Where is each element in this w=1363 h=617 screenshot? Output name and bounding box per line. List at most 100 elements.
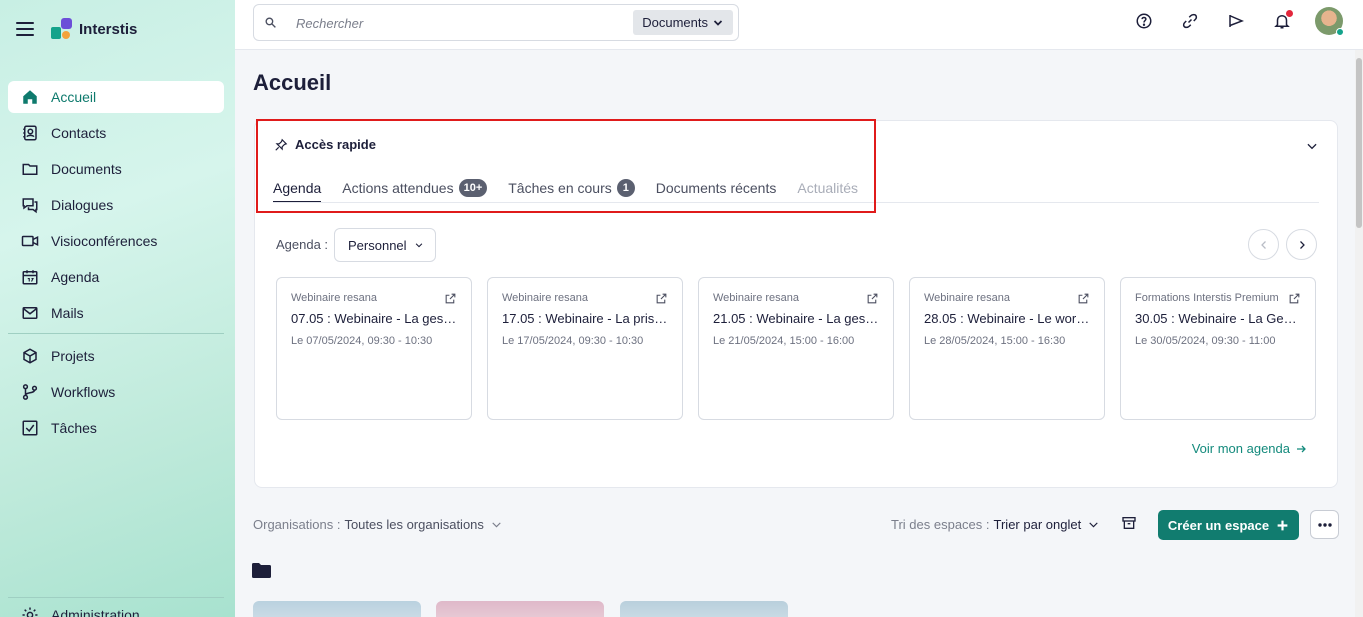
event-title: 21.05 : Webinaire - La gestion — [713, 311, 879, 326]
scrollbar-thumb[interactable] — [1356, 58, 1362, 228]
sidebar-item-label: Administration — [51, 607, 140, 617]
event-datetime: Le 21/05/2024, 15:00 - 16:00 — [713, 335, 855, 347]
previous-button[interactable] — [1248, 229, 1279, 260]
sidebar-item-mails[interactable]: Mails — [8, 297, 224, 329]
event-datetime: Le 17/05/2024, 09:30 - 10:30 — [502, 335, 644, 347]
sidebar-item-label: Documents — [51, 161, 122, 177]
sidebar-divider — [8, 333, 224, 334]
home-icon — [21, 88, 39, 106]
sidebar-item-dialogues[interactable]: Dialogues — [8, 189, 224, 221]
event-card[interactable]: Webinaire resana 17.05 : Webinaire - La … — [487, 277, 683, 420]
sidebar-item-visioconferences[interactable]: Visioconférences — [8, 225, 224, 257]
checkbox-icon — [21, 419, 39, 437]
agenda-events: Webinaire resana 07.05 : Webinaire - La … — [276, 277, 1316, 420]
event-category: Webinaire resana — [291, 292, 378, 304]
chevron-down-icon[interactable] — [490, 518, 503, 531]
sidebar-nav: Accueil Contacts Documents Dialogues Vis… — [8, 81, 224, 448]
search-icon — [265, 17, 276, 28]
brand: Interstis — [16, 18, 137, 40]
announcements-button[interactable] — [1225, 10, 1247, 32]
sidebar-item-workflows[interactable]: Workflows — [8, 376, 224, 408]
mail-icon — [21, 304, 39, 322]
sort-label: Tri des espaces : — [891, 517, 990, 532]
plus-icon — [1277, 520, 1288, 530]
agenda-select[interactable]: Personnel — [334, 228, 436, 262]
space-card[interactable] — [253, 601, 421, 617]
external-link-icon[interactable] — [655, 292, 668, 305]
sort-dropdown[interactable]: Trier par onglet — [994, 517, 1082, 532]
workflow-icon — [21, 383, 39, 401]
external-link-icon[interactable] — [1288, 292, 1301, 305]
external-link-icon[interactable] — [866, 292, 879, 305]
space-card[interactable] — [620, 601, 788, 617]
organisations-filter: Organisations : Toutes les organisations — [253, 517, 503, 532]
next-button[interactable] — [1286, 229, 1317, 260]
top-actions — [1109, 7, 1344, 36]
event-category: Webinaire resana — [713, 292, 800, 304]
event-card[interactable]: Webinaire resana 28.05 : Webinaire - Le … — [909, 277, 1105, 420]
sort-spaces-filter: Tri des espaces : Trier par onglet — [891, 517, 1100, 532]
space-card[interactable] — [436, 601, 604, 617]
sidebar-divider — [8, 597, 224, 598]
search-bar: Documents — [253, 4, 739, 41]
chat-icon — [21, 196, 39, 214]
chevron-down-icon[interactable] — [1305, 139, 1319, 153]
event-card[interactable]: Webinaire resana 21.05 : Webinaire - La … — [698, 277, 894, 420]
help-button[interactable] — [1133, 10, 1155, 32]
event-datetime: Le 30/05/2024, 09:30 - 11:00 — [1135, 335, 1276, 347]
arrow-right-icon — [1297, 445, 1306, 452]
event-category: Formations Interstis Premium — [1135, 292, 1279, 304]
external-link-icon[interactable] — [1077, 292, 1090, 305]
link-button[interactable] — [1179, 10, 1201, 32]
event-card[interactable]: Formations Interstis Premium 30.05 : Web… — [1120, 277, 1316, 420]
page-scrollbar[interactable] — [1355, 50, 1363, 617]
create-space-label: Créer un espace — [1167, 517, 1270, 533]
sidebar-item-taches[interactable]: Tâches — [8, 412, 224, 444]
see-agenda-label: Voir mon agenda — [1191, 441, 1290, 456]
sidebar-item-label: Workflows — [51, 384, 116, 400]
event-title: 17.05 : Webinaire - La prise en main — [502, 311, 668, 326]
sidebar-item-administration[interactable]: Administration — [21, 606, 140, 617]
chevron-left-icon — [1260, 240, 1266, 249]
menu-icon[interactable] — [16, 22, 34, 36]
create-space-button[interactable]: Créer un espace — [1158, 510, 1299, 540]
sidebar-item-label: Dialogues — [51, 197, 114, 213]
external-link-icon[interactable] — [444, 292, 457, 305]
sidebar-item-contacts[interactable]: Contacts — [8, 117, 224, 149]
notifications-button[interactable] — [1271, 10, 1293, 32]
brand-name: Interstis — [79, 20, 138, 38]
event-card[interactable]: Webinaire resana 07.05 : Webinaire - La … — [276, 277, 472, 420]
see-agenda-link[interactable]: Voir mon agenda — [1192, 441, 1307, 456]
sidebar-item-documents[interactable]: Documents — [8, 153, 224, 185]
event-title: 07.05 : Webinaire - La gestion — [291, 311, 457, 326]
event-title: 28.05 : Webinaire - Le workflow — [924, 311, 1090, 326]
search-scope-dropdown[interactable]: Documents — [633, 10, 733, 35]
sidebar: Interstis Accueil Contacts Documents Dia… — [0, 0, 235, 617]
chevron-down-icon — [713, 19, 723, 26]
sidebar-item-accueil[interactable]: Accueil — [8, 81, 224, 113]
gear-icon — [21, 606, 39, 617]
calendar-icon — [21, 268, 39, 286]
agenda-filter-label: Agenda : — [276, 237, 329, 252]
sidebar-item-projets[interactable]: Projets — [8, 340, 224, 372]
event-category: Webinaire resana — [502, 292, 589, 304]
chevron-down-icon[interactable] — [1087, 518, 1100, 531]
help-icon — [1136, 13, 1152, 29]
search-scope-label: Documents — [642, 15, 708, 30]
sidebar-item-label: Accueil — [51, 89, 97, 105]
folder-icon — [21, 160, 39, 178]
archive-icon[interactable] — [1121, 515, 1137, 531]
chevron-down-icon — [415, 243, 422, 248]
megaphone-icon — [1229, 15, 1244, 27]
topbar: Documents — [235, 0, 1363, 50]
search-input[interactable] — [296, 14, 626, 32]
notification-dot — [1286, 10, 1293, 17]
page-title: Accueil — [253, 70, 332, 95]
more-options-button[interactable] — [1310, 510, 1339, 539]
contacts-icon — [21, 124, 39, 142]
sidebar-item-label: Contacts — [51, 125, 107, 141]
organisations-dropdown[interactable]: Toutes les organisations — [344, 517, 483, 532]
sidebar-item-agenda[interactable]: Agenda — [8, 261, 224, 293]
user-avatar[interactable] — [1315, 7, 1344, 36]
sidebar-item-label: Projets — [51, 348, 95, 364]
